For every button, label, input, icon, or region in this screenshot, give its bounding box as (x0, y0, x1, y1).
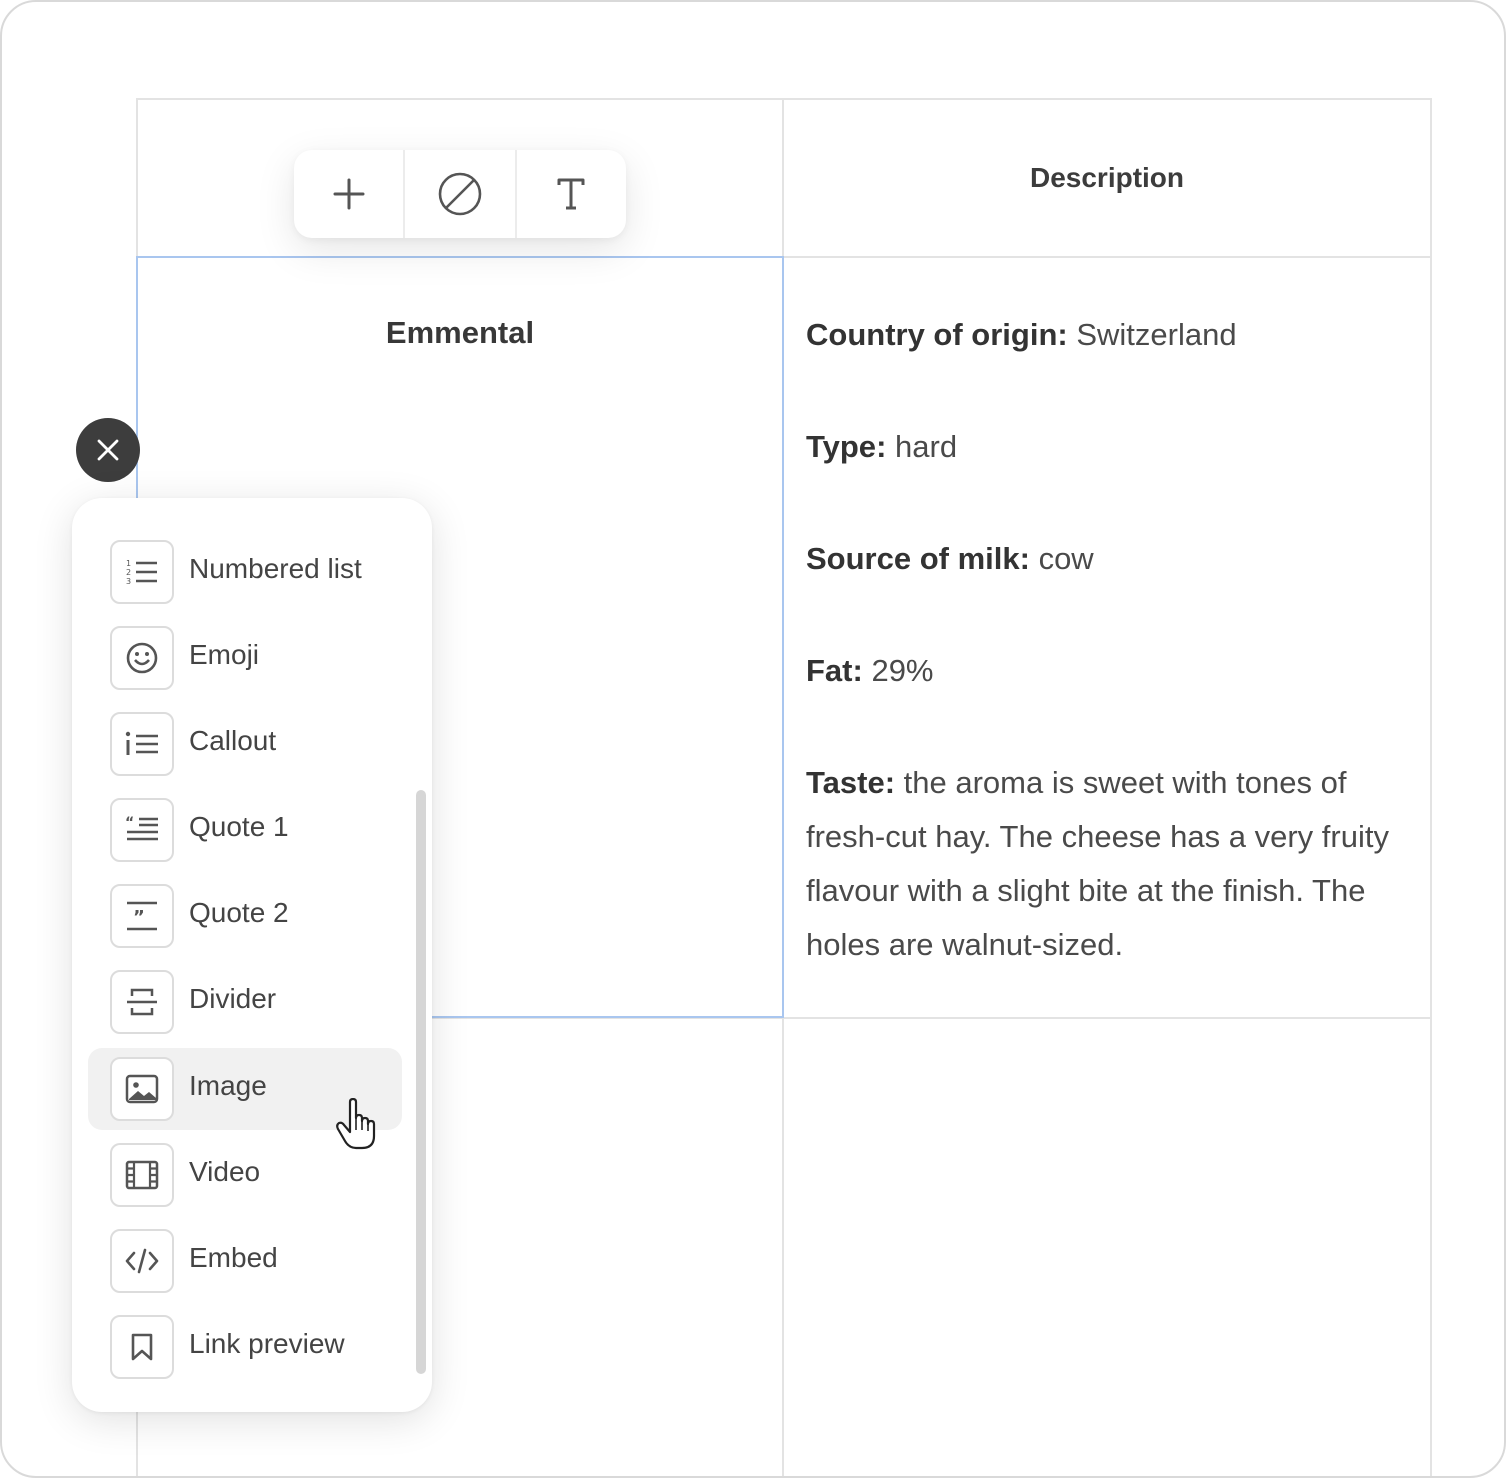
description-label: Type (806, 429, 877, 464)
description-line: Country of origin: Switzerland (806, 317, 1237, 352)
menu-item-label: Link preview (189, 1328, 345, 1359)
text-type-button[interactable] (514, 150, 626, 238)
description-line: Taste: the aroma is sweet with tones of … (806, 765, 1389, 962)
menu-item-label: Numbered list (189, 553, 362, 584)
menu-item-label: Callout (189, 725, 277, 756)
close-icon (97, 439, 119, 461)
description-line: Source of milk: cow (806, 541, 1094, 576)
description-cell[interactable]: Country of origin: Switzerland Type: har… (806, 308, 1416, 972)
menu-item-callout[interactable]: Callout (88, 703, 402, 785)
menu-item-label: Image (189, 1070, 267, 1101)
cell-toolbar (294, 150, 626, 238)
plus-icon (333, 178, 365, 210)
column-header-description[interactable]: Description (784, 162, 1430, 194)
no-style-icon (438, 172, 482, 216)
quote-1-icon: “ (110, 798, 174, 862)
description-label: Fat (806, 653, 853, 688)
svg-text:1: 1 (126, 559, 131, 568)
video-icon (110, 1143, 174, 1207)
cheese-name-cell[interactable]: Emmental (138, 315, 782, 351)
description-label: Source of milk (806, 541, 1020, 576)
text-type-icon (557, 178, 585, 210)
menu-item-divider[interactable]: Divider (88, 961, 402, 1043)
description-value: cow (1038, 541, 1094, 576)
menu-item-label: Quote 1 (189, 811, 289, 842)
add-button[interactable] (294, 150, 403, 238)
menu-item-emoji[interactable]: Emoji (88, 617, 402, 699)
clear-style-button[interactable] (403, 150, 514, 238)
block-type-menu: 1 2 3 Numbered list Emoji Callout “ Quot… (72, 498, 432, 1412)
close-menu-button[interactable] (76, 418, 140, 482)
svg-text:“: “ (125, 815, 134, 831)
numbered-list-icon: 1 2 3 (110, 540, 174, 604)
menu-item-label: Quote 2 (189, 897, 289, 928)
bookmark-icon (110, 1315, 174, 1379)
description-line: Fat: 29% (806, 653, 934, 688)
menu-item-link-preview[interactable]: Link preview (88, 1306, 402, 1388)
emoji-icon (110, 626, 174, 690)
description-label: Country of origin (806, 317, 1058, 352)
menu-item-numbered-list[interactable]: 1 2 3 Numbered list (88, 531, 402, 613)
callout-icon (110, 712, 174, 776)
menu-item-quote-1[interactable]: “ Quote 1 (88, 789, 402, 871)
menu-item-label: Embed (189, 1242, 278, 1273)
menu-item-label: Video (189, 1156, 261, 1187)
menu-item-label: Divider (189, 983, 277, 1014)
menu-scrollbar[interactable] (416, 790, 426, 1374)
svg-text:2: 2 (126, 568, 131, 577)
menu-item-embed[interactable]: Embed (88, 1220, 402, 1302)
description-value: Switzerland (1076, 317, 1237, 352)
description-line: Type: hard (806, 429, 958, 464)
quote-2-icon: ” (110, 884, 174, 948)
svg-text:”: ” (133, 907, 145, 928)
menu-item-label: Emoji (189, 639, 260, 670)
hand-pointer-cursor-icon (336, 1098, 376, 1150)
editor-frame: Description Emmental Country of origin: … (0, 0, 1506, 1478)
menu-item-quote-2[interactable]: ” Quote 2 (88, 875, 402, 957)
description-label: Taste (806, 765, 885, 800)
description-value: hard (895, 429, 958, 464)
image-icon (110, 1057, 174, 1121)
embed-icon (110, 1229, 174, 1293)
svg-text:3: 3 (126, 577, 131, 586)
description-value: 29% (871, 653, 934, 688)
divider-icon (110, 970, 174, 1034)
